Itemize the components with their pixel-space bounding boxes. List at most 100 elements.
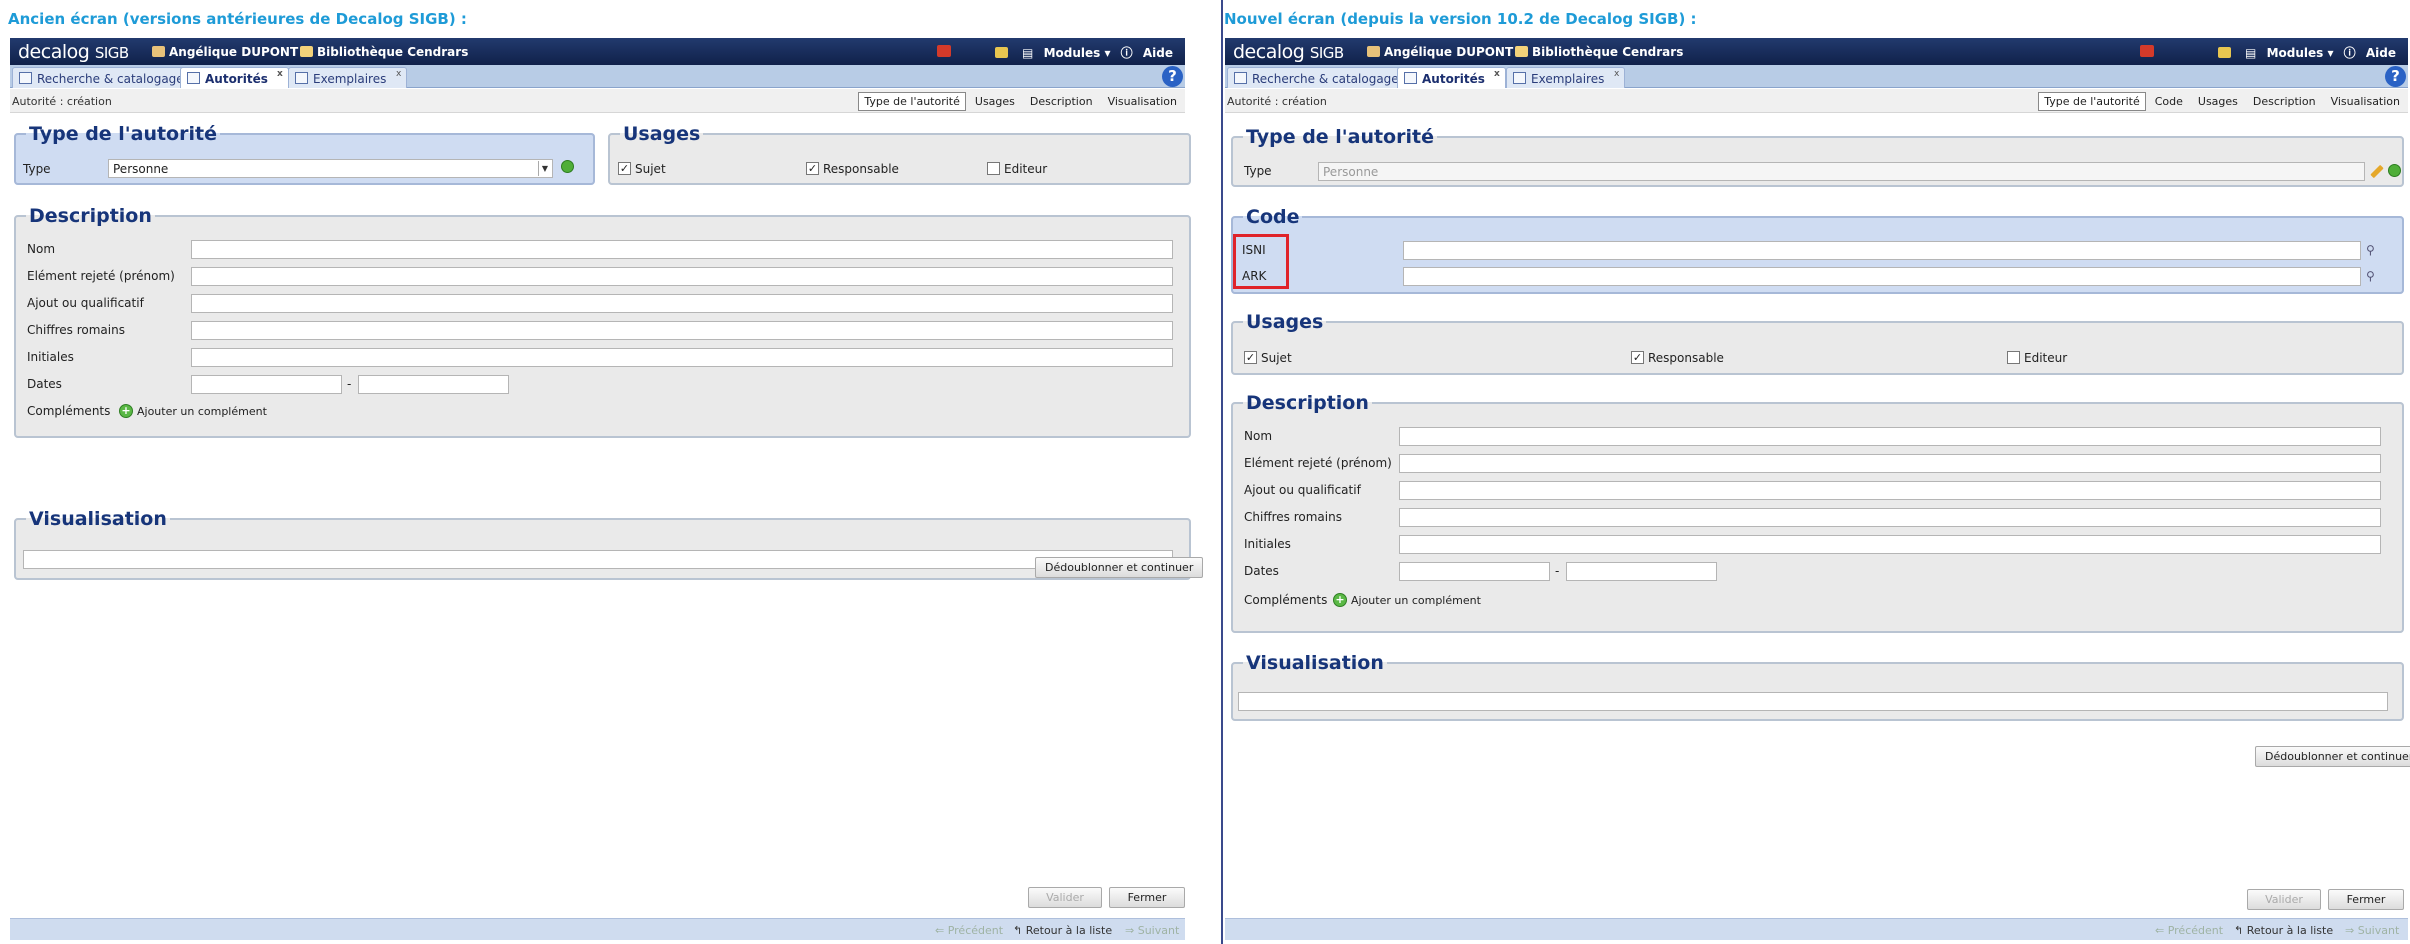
anchor-usages[interactable]: Usages <box>2192 92 2244 111</box>
anchor-visualisation[interactable]: Visualisation <box>1102 92 1183 111</box>
type-readonly-field: Personne <box>1318 162 2365 181</box>
deduplicate-continue-button[interactable]: Dédoublonner et continuer <box>1035 557 1204 578</box>
roman-numerals-input[interactable] <box>1399 508 2381 527</box>
field-label: Ajout ou qualificatif <box>1244 483 1361 497</box>
section-anchors: Type de l'autorité Usages Description Vi… <box>855 92 1183 111</box>
close-icon[interactable]: x <box>396 69 401 79</box>
qualifier-input[interactable] <box>1399 481 2381 500</box>
modules-menu[interactable]: ▤ Modules ▾ <box>1022 46 1110 60</box>
validate-button[interactable]: Valider <box>1028 887 1102 908</box>
library-menu[interactable]: Bibliothèque Cendrars <box>300 45 468 59</box>
sub-toolbar: Autorité : création Type de l'autorité U… <box>10 89 1185 113</box>
help-icon[interactable]: ? <box>2385 66 2406 87</box>
refresh-icon[interactable] <box>2388 164 2401 177</box>
chevron-down-icon: ▼ <box>538 161 551 176</box>
back-to-list-link[interactable]: ↰ Retour à la liste <box>2234 924 2333 937</box>
date-end-input[interactable] <box>358 375 509 394</box>
section-title: Usages <box>1246 311 1324 333</box>
usage-publisher-checkbox[interactable] <box>987 162 1000 175</box>
anchor-code[interactable]: Code <box>2149 92 2189 111</box>
tab-search-cataloguing[interactable]: Recherche & catalogagex <box>1227 67 1420 88</box>
close-button[interactable]: Fermer <box>1109 887 1185 908</box>
dates-label: Dates <box>27 377 62 391</box>
user-menu[interactable]: Angélique DUPONT <box>1367 45 1513 59</box>
alert-icon[interactable] <box>2140 45 2154 57</box>
add-icon[interactable]: + <box>1333 593 1347 607</box>
initials-input[interactable] <box>191 348 1173 367</box>
usage-publisher-checkbox[interactable] <box>2007 351 2020 364</box>
authority-icon <box>187 72 200 84</box>
date-start-input[interactable] <box>1399 562 1550 581</box>
tab-search-cataloguing[interactable]: Recherche & catalogagex <box>12 67 205 88</box>
close-icon[interactable]: x <box>1614 69 1619 79</box>
usage-responsible-checkbox[interactable]: ✓ <box>1631 351 1644 364</box>
close-icon[interactable]: x <box>1494 69 1500 79</box>
edit-icon[interactable] <box>2370 164 2384 179</box>
tab-authorities[interactable]: Autorités x <box>1397 67 1506 88</box>
close-icon[interactable]: x <box>277 69 283 79</box>
tab-items[interactable]: Exemplaires x <box>1506 67 1626 88</box>
roman-numerals-input[interactable] <box>191 321 1173 340</box>
usage-subject-checkbox[interactable]: ✓ <box>618 162 631 175</box>
previous-link[interactable]: ⇐ Précédent <box>935 924 1003 937</box>
usage-responsible-checkbox[interactable]: ✓ <box>806 162 819 175</box>
previous-link[interactable]: ⇐ Précédent <box>2155 924 2223 937</box>
close-button[interactable]: Fermer <box>2328 889 2404 910</box>
add-icon[interactable]: + <box>119 404 133 418</box>
name-input[interactable] <box>191 240 1173 259</box>
navigation-footer: ⇐ Précédent ↰ Retour à la liste ⇒ Suivan… <box>10 918 1185 940</box>
dates-separator: - <box>1555 564 1560 578</box>
isni-input[interactable] <box>1403 241 2361 260</box>
authority-type-section: Type de l'autorité Type Personne ▼ <box>14 123 595 185</box>
description-section: Description Nom Elément rejeté (prénom) … <box>14 205 1191 438</box>
anchor-description[interactable]: Description <box>1024 92 1099 111</box>
search-icon[interactable]: ⚲ <box>2366 269 2375 283</box>
first-name-input[interactable] <box>1399 454 2381 473</box>
name-input[interactable] <box>1399 427 2381 446</box>
dates-separator: - <box>347 377 352 391</box>
alert-icon[interactable] <box>937 45 951 57</box>
qualifier-input[interactable] <box>191 294 1173 313</box>
catalog-icon <box>19 72 32 84</box>
library-menu[interactable]: Bibliothèque Cendrars <box>1515 45 1683 59</box>
ark-input[interactable] <box>1403 267 2361 286</box>
anchor-visualisation[interactable]: Visualisation <box>2325 92 2406 111</box>
tools-icon[interactable] <box>2217 47 2231 58</box>
deduplicate-continue-button[interactable]: Dédoublonner et continuer <box>2255 746 2410 767</box>
field-label: Elément rejeté (prénom) <box>27 269 175 283</box>
validate-button[interactable]: Valider <box>2247 889 2321 910</box>
anchor-authority-type[interactable]: Type de l'autorité <box>2038 92 2146 111</box>
add-complement-link[interactable]: Ajouter un complément <box>1351 594 1481 607</box>
tab-items[interactable]: Exemplaires x <box>288 67 408 88</box>
help-menu[interactable]: ⓘ Aide <box>1121 46 1173 60</box>
modules-menu[interactable]: ▤ Modules ▾ <box>2245 46 2333 60</box>
old-screen-panel: decalog SIGB Angélique DUPONT Bibliothèq… <box>10 38 1204 940</box>
tools-icon[interactable] <box>994 47 1008 58</box>
tab-authorities[interactable]: Autorités x <box>180 67 289 88</box>
search-icon[interactable]: ⚲ <box>2366 243 2375 257</box>
catalog-icon <box>1234 72 1247 84</box>
type-select[interactable]: Personne ▼ <box>108 159 553 178</box>
navigation-footer: ⇐ Précédent ↰ Retour à la liste ⇒ Suivan… <box>1225 918 2408 940</box>
description-section: Description Nom Elément rejeté (prénom) … <box>1231 392 2404 633</box>
date-start-input[interactable] <box>191 375 342 394</box>
section-title: Type de l'autorité <box>1246 126 1434 148</box>
add-complement-link[interactable]: Ajouter un complément <box>137 405 267 418</box>
code-section: Code ISNI ⚲ ARK ⚲ <box>1231 206 2404 294</box>
help-menu[interactable]: ⓘ Aide <box>2344 46 2396 60</box>
initials-input[interactable] <box>1399 535 2381 554</box>
next-link[interactable]: ⇒ Suivant <box>2345 924 2399 937</box>
help-icon[interactable]: ? <box>1162 66 1183 87</box>
next-link[interactable]: ⇒ Suivant <box>1125 924 1179 937</box>
anchor-usages[interactable]: Usages <box>969 92 1021 111</box>
usage-subject-checkbox[interactable]: ✓ <box>1244 351 1257 364</box>
anchor-authority-type[interactable]: Type de l'autorité <box>858 92 966 111</box>
back-to-list-link[interactable]: ↰ Retour à la liste <box>1013 924 1112 937</box>
refresh-icon[interactable] <box>561 160 574 173</box>
user-menu[interactable]: Angélique DUPONT <box>152 45 298 59</box>
usage-label: Editeur <box>2024 351 2068 365</box>
home-icon <box>300 46 313 57</box>
anchor-description[interactable]: Description <box>2247 92 2322 111</box>
first-name-input[interactable] <box>191 267 1173 286</box>
date-end-input[interactable] <box>1566 562 1717 581</box>
